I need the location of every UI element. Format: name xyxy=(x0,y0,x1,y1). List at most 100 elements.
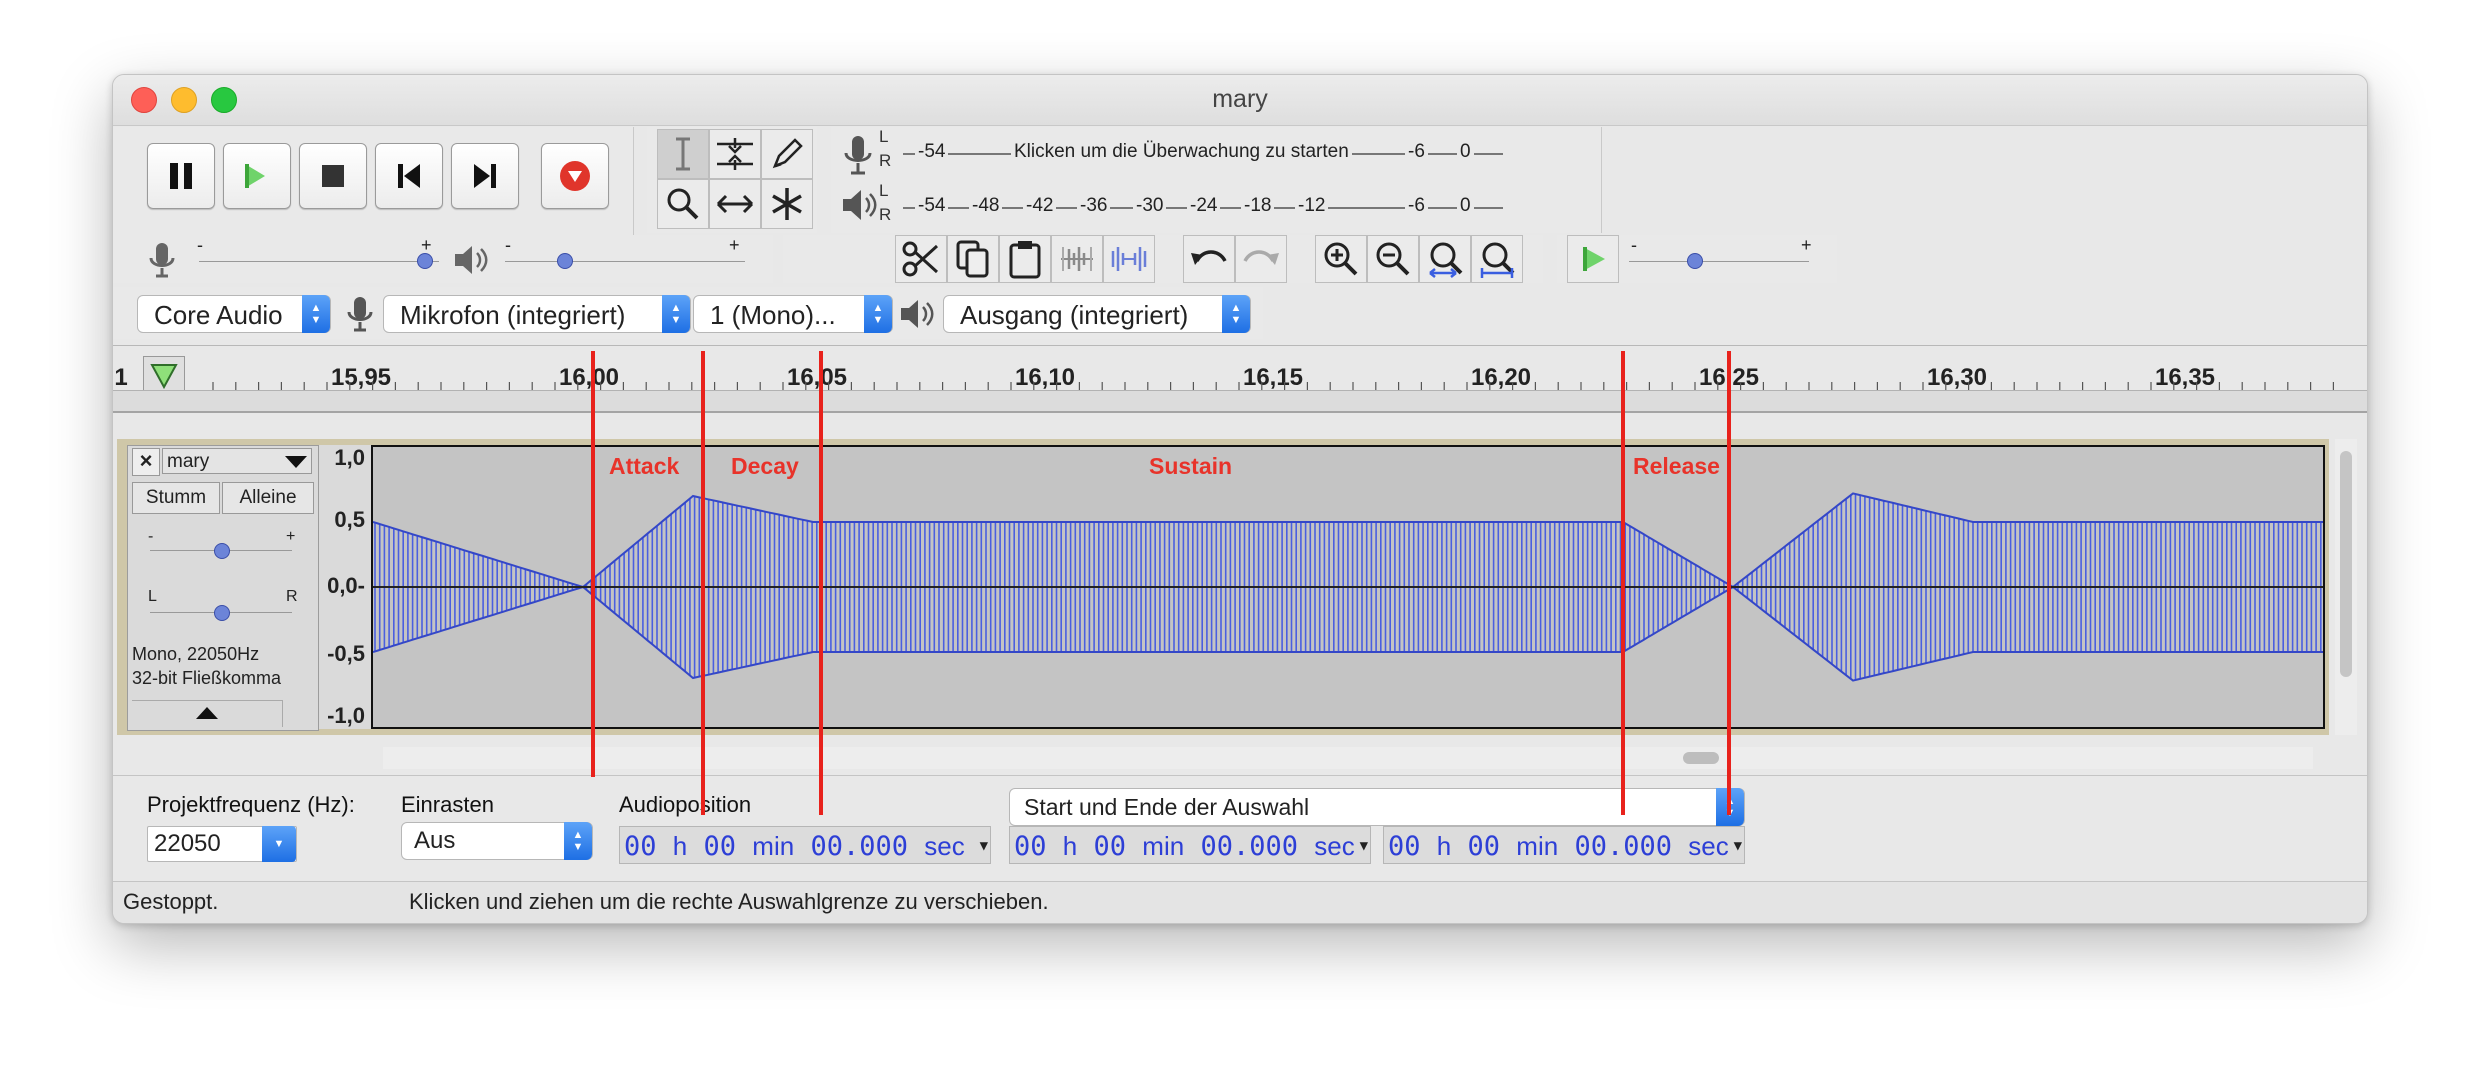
input-device-select[interactable]: Mikrofon (integriert) ▲ ▼ xyxy=(383,295,691,333)
title-bar: mary xyxy=(113,75,2367,126)
track-close-button[interactable]: × xyxy=(132,448,160,476)
waveform-area[interactable] xyxy=(371,445,2325,729)
release-end-line xyxy=(1727,351,1731,815)
selection-start-time[interactable]: 00 h 00 min 00.000 sec ▼ xyxy=(1009,826,1371,864)
play-icon xyxy=(245,164,265,188)
vertical-scrollbar[interactable] xyxy=(2335,439,2357,735)
record-meter-prompt[interactable]: Klicken um die Überwachung zu starten xyxy=(1011,141,1352,163)
redo-button[interactable] xyxy=(1235,235,1287,283)
stop-icon xyxy=(322,165,344,187)
input-volume-slider[interactable] xyxy=(199,261,439,262)
cut-button[interactable] xyxy=(895,235,947,283)
gain-knob[interactable] xyxy=(214,543,230,559)
record-meter-mic-icon[interactable] xyxy=(841,133,875,182)
pan-knob[interactable] xyxy=(214,605,230,621)
multi-tool[interactable] xyxy=(761,179,813,229)
output-device-select[interactable]: Ausgang (integriert) ▲ ▼ xyxy=(943,295,1251,333)
trim-audio-button[interactable] xyxy=(1051,235,1103,283)
envelope-tool[interactable] xyxy=(709,129,761,179)
play-at-speed-button[interactable] xyxy=(1567,235,1619,283)
record-icon xyxy=(560,161,590,191)
triangle-down-icon[interactable]: ▼ xyxy=(980,827,988,865)
release-start-line xyxy=(1621,351,1625,815)
playback-meter-speaker-icon[interactable] xyxy=(839,185,879,230)
fit-selection-button[interactable] xyxy=(1419,235,1471,283)
audio-position-time[interactable]: 00 h 00 min 00.000 sec ▼ xyxy=(619,826,991,864)
copy-button[interactable] xyxy=(947,235,999,283)
draw-tool[interactable] xyxy=(761,129,813,179)
play-button[interactable] xyxy=(223,143,291,209)
play-speed-max: + xyxy=(1801,235,1812,255)
pause-icon xyxy=(170,163,192,189)
fit-project-icon xyxy=(1480,242,1515,278)
input-device-value: Mikrofon (integriert) xyxy=(400,300,626,330)
skip-to-end-icon xyxy=(474,164,496,188)
amplitude-ruler[interactable]: 1,0 0,5 0,0- -0,5 -1,0 xyxy=(319,445,371,729)
silence-icon xyxy=(1111,247,1147,271)
pause-button[interactable] xyxy=(147,143,215,209)
triangle-down-icon[interactable]: ▼ xyxy=(1734,827,1742,865)
collapse-track-button[interactable] xyxy=(132,700,283,727)
output-volume-slider[interactable] xyxy=(505,261,745,262)
output-volume-icon xyxy=(451,241,491,284)
mute-button[interactable]: Stumm xyxy=(132,482,220,514)
attack-annotation: Attack xyxy=(609,453,680,479)
time-minutes-unit: min xyxy=(1516,831,1559,861)
record-button[interactable] xyxy=(541,143,609,209)
snap-select[interactable]: Aus ▲ ▼ xyxy=(401,822,593,860)
horizontal-scrollbar[interactable] xyxy=(383,747,2313,769)
waveform xyxy=(373,492,2323,682)
time-hours-unit: h xyxy=(1062,831,1078,861)
audio-position-label: Audioposition xyxy=(619,792,752,817)
zoom-in-icon xyxy=(1324,242,1358,276)
paste-button[interactable] xyxy=(999,235,1051,283)
zoom-out-button[interactable] xyxy=(1367,235,1419,283)
input-channels-select[interactable]: 1 (Mono)... ▲ ▼ xyxy=(693,295,893,333)
horizontal-scroll-thumb[interactable] xyxy=(1683,752,1719,764)
fit-project-button[interactable] xyxy=(1471,235,1523,283)
project-rate-value: 22050 xyxy=(154,830,221,857)
play-speed-knob[interactable] xyxy=(1687,253,1703,269)
selection-mode-select[interactable]: Start und Ende der Auswahl ▲▼ xyxy=(1009,788,1745,826)
skip-to-start-button[interactable] xyxy=(375,143,443,209)
updown-chevron-icon: ▲▼ xyxy=(302,295,330,333)
scrub-bar[interactable] xyxy=(113,390,2367,413)
timeline-ruler[interactable]: 1 15,9516,0016,0516,1016,1516,2016,2516,… xyxy=(113,345,2367,414)
time-minutes: 00 xyxy=(703,831,737,862)
selection-end-time[interactable]: 00 h 00 min 00.000 sec ▼ xyxy=(1383,826,1745,864)
stop-button[interactable] xyxy=(299,143,367,209)
copy-icon xyxy=(956,240,989,278)
triangle-down-icon[interactable]: ▼ xyxy=(1360,827,1368,865)
output-volume-knob[interactable] xyxy=(557,253,573,269)
status-hint: Klicken und ziehen um die rechte Auswahl… xyxy=(409,889,1049,914)
silence-audio-button[interactable] xyxy=(1103,235,1155,283)
time-seconds-unit: sec xyxy=(1688,831,1729,861)
playback-meter-tick: 0 xyxy=(1457,195,1474,217)
selection-tool[interactable] xyxy=(657,129,709,179)
skip-to-end-button[interactable] xyxy=(451,143,519,209)
amplitude-label: 1,0 xyxy=(334,445,365,470)
output-volume-min: - xyxy=(505,235,511,255)
project-rate-input[interactable]: 22050 ▼ xyxy=(147,826,297,862)
zoom-tool[interactable] xyxy=(657,179,709,229)
updown-chevron-icon: ▲▼ xyxy=(662,295,690,333)
play-at-speed-toolbar: - + xyxy=(1557,235,1837,283)
track-format-bits: 32-bit Fließkomma xyxy=(132,668,282,688)
input-volume-knob[interactable] xyxy=(417,253,433,269)
undo-icon xyxy=(1191,250,1227,265)
zoom-in-button[interactable] xyxy=(1315,235,1367,283)
timeshift-tool[interactable] xyxy=(709,179,761,229)
audio-host-select[interactable]: Core Audio ▲ ▼ xyxy=(137,295,331,333)
solo-button[interactable]: Alleine xyxy=(222,482,314,514)
undo-button[interactable] xyxy=(1183,235,1235,283)
track-name-menu[interactable]: mary xyxy=(162,448,312,474)
playback-meter-l-label: L xyxy=(879,181,889,200)
time-seconds-unit: sec xyxy=(1314,831,1355,861)
vertical-scroll-thumb[interactable] xyxy=(2340,451,2352,677)
playback-meter-r-label: R xyxy=(879,205,892,224)
amplitude-label: -1,0 xyxy=(327,703,365,728)
output-device-value: Ausgang (integriert) xyxy=(960,300,1189,330)
triangle-down-icon xyxy=(285,456,307,468)
play-speed-slider[interactable] xyxy=(1629,261,1809,262)
release-annotation: Release xyxy=(1633,453,1720,479)
